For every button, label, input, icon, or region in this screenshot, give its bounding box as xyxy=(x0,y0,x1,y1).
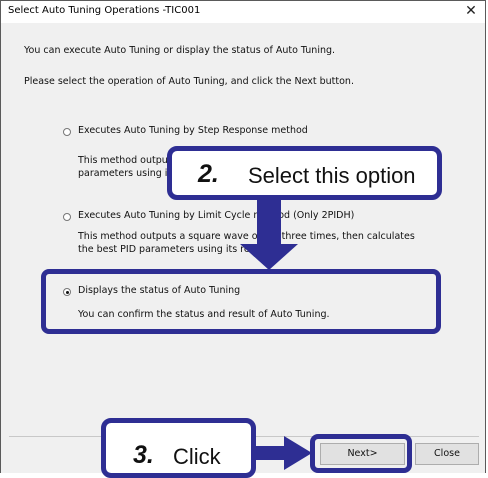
step-2-callout: 2. Select this option xyxy=(167,146,442,200)
right-arrow xyxy=(254,436,312,470)
down-arrow xyxy=(240,198,298,270)
step-2-number: 2. xyxy=(198,160,219,188)
step-3-callout: 3. Click xyxy=(101,418,256,478)
step-3-text: Click xyxy=(173,444,221,469)
step-2-text: Select this option xyxy=(248,163,416,188)
annotation-arrows xyxy=(240,198,312,470)
step-3-number: 3. xyxy=(133,441,154,469)
